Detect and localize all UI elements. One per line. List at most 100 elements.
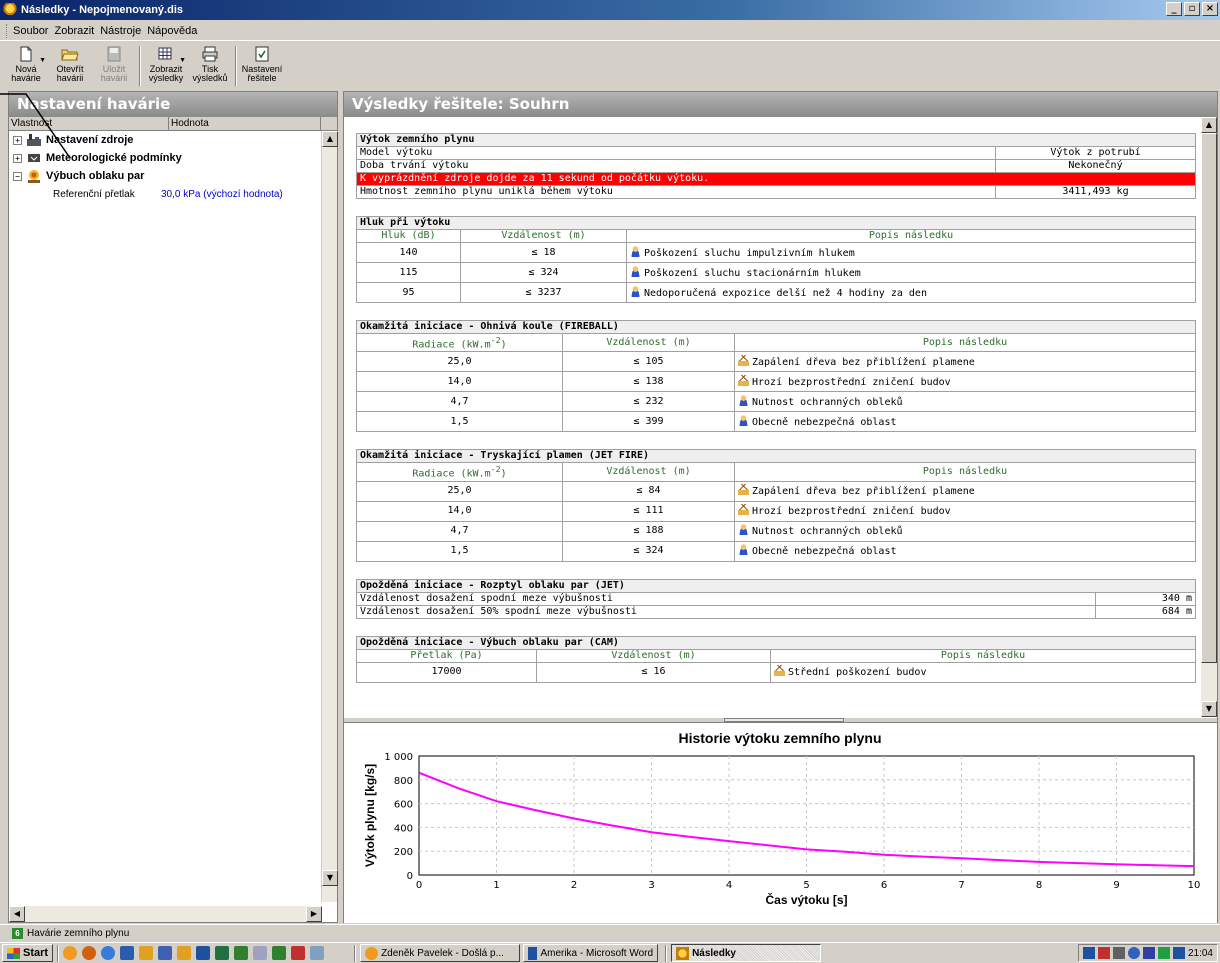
- property-reference-overpressure[interactable]: Referenční přetlak 30,0 kPa (výchozí hod…: [9, 185, 337, 203]
- ie-icon[interactable]: [101, 946, 116, 960]
- tree-item-source[interactable]: + Nastavení zdroje: [9, 131, 337, 149]
- taskbar-separator: [57, 944, 60, 962]
- menu-soubor[interactable]: Soubor: [13, 23, 53, 39]
- clock: 21:04: [1187, 947, 1213, 959]
- table-row: 4,7 ≤ 188 Nutnost ochranných obleků: [356, 520, 1196, 542]
- start-button[interactable]: Start: [2, 944, 54, 962]
- app-icon: [676, 946, 690, 960]
- taskbar: Start Zdeněk Pavelek - Došlá p... Amerik…: [0, 942, 1220, 963]
- property-value[interactable]: 30,0 kPa (výchozí hodnota): [161, 189, 283, 200]
- tree-item-meteo[interactable]: + Meteorologické podmínky: [9, 149, 337, 167]
- task-nasledky[interactable]: Následky: [671, 944, 822, 962]
- collapse-icon[interactable]: −: [13, 171, 22, 181]
- cell: ≤ 16: [536, 661, 771, 683]
- accident-settings-panel: Nastavení havárie Vlastnost Hodnota + Na…: [8, 91, 338, 923]
- left-vertical-scrollbar[interactable]: ▲ ▼: [321, 131, 338, 902]
- scroll-left-icon[interactable]: ◀: [9, 906, 25, 922]
- task-label: Zdeněk Pavelek - Došlá p...: [381, 947, 504, 959]
- language-icon[interactable]: [1082, 947, 1095, 959]
- app-shortcut-icon[interactable]: [177, 946, 192, 960]
- scroll-down-icon[interactable]: ▼: [1201, 701, 1217, 717]
- print-results-button[interactable]: Tisk výsledků: [188, 46, 232, 83]
- cell: ≤ 84: [562, 480, 735, 502]
- column-property[interactable]: Vlastnost: [9, 117, 169, 130]
- scroll-thumb[interactable]: [1201, 133, 1217, 663]
- dropdown-arrow-icon[interactable]: ▼: [39, 56, 46, 65]
- new-accident-button[interactable]: Nová havárie ▼: [4, 46, 48, 83]
- row-label: Hmotnost zemního plynu uniklá během výto…: [356, 185, 996, 199]
- header-text: ): [500, 468, 507, 480]
- header-exponent: -2: [490, 464, 501, 475]
- solver-settings-icon: [255, 46, 269, 62]
- table-header-row: Hluk (dB) Vzdálenost (m) Popis následku: [356, 229, 1196, 243]
- cell: 115: [356, 262, 461, 283]
- y-tick-label: 600: [394, 800, 413, 811]
- effect-description: Nedoporučená expozice delší než 4 hodiny…: [644, 287, 927, 299]
- column-value[interactable]: Hodnota: [169, 117, 321, 130]
- app-shortcut-icon[interactable]: [139, 946, 154, 960]
- menu-napoveda[interactable]: Nápověda: [147, 23, 202, 39]
- explorer-icon[interactable]: [310, 946, 325, 960]
- toolbar-separator: [235, 46, 237, 86]
- excel-icon[interactable]: [215, 946, 230, 960]
- plot-area: [418, 755, 1195, 876]
- menu-zobrazit[interactable]: Zobrazit: [54, 23, 99, 39]
- person-icon: [738, 394, 749, 406]
- cell: 14,0: [356, 371, 563, 393]
- minimize-button[interactable]: _: [1166, 2, 1182, 16]
- app-icon: [3, 3, 17, 17]
- leak-history-chart: Historie výtoku zemního plynu 0 1 2 3 4 5 6 7 8 9 1…: [344, 723, 1217, 923]
- x-tick-label: 0: [416, 880, 422, 891]
- utility-icon[interactable]: [272, 946, 287, 960]
- house-icon: [738, 374, 749, 386]
- table-row: 25,0 ≤ 105 Zapálení dřeva bez přiblížení p…: [356, 351, 1196, 373]
- word-icon[interactable]: [196, 946, 211, 960]
- update-icon[interactable]: [1127, 947, 1140, 959]
- notepad-icon[interactable]: [253, 946, 268, 960]
- left-horizontal-scrollbar[interactable]: ◀ ▶: [9, 906, 322, 922]
- utility-icon[interactable]: [234, 946, 249, 960]
- show-results-button[interactable]: Zobrazit výsledky ▼: [144, 46, 188, 83]
- dropdown-arrow-icon[interactable]: ▼: [179, 56, 186, 65]
- menu-nastroje[interactable]: Nástroje: [100, 23, 146, 39]
- firefox-icon[interactable]: [82, 946, 97, 960]
- grid-view-icon: [158, 47, 172, 60]
- antivirus-icon[interactable]: [1097, 947, 1110, 959]
- shield-icon[interactable]: [1142, 947, 1155, 959]
- open-accident-button[interactable]: Otevřít havárii: [48, 46, 92, 83]
- maximize-button[interactable]: ▫: [1184, 2, 1200, 16]
- scroll-right-icon[interactable]: ▶: [306, 906, 322, 922]
- cell: 4,7: [356, 391, 563, 413]
- x-tick-label: 9: [1113, 880, 1119, 891]
- table-row: 115 ≤ 324 Poškození sluchu stacionárním hl…: [356, 262, 1196, 283]
- menu-grip: [6, 23, 9, 38]
- solver-settings-button[interactable]: Nastavení řešitele: [240, 46, 284, 83]
- scroll-up-icon[interactable]: ▲: [322, 131, 338, 147]
- task-label: Následky: [692, 947, 736, 959]
- results-summary: Výtok zemního plynu Model výtoku Výtok z …: [344, 117, 1217, 717]
- close-button[interactable]: ×: [1202, 2, 1218, 16]
- tree-item-vapor-explosion[interactable]: − Výbuch oblaku par: [9, 167, 337, 185]
- accident-settings-header: Nastavení havárie: [9, 92, 337, 117]
- volume-icon[interactable]: [1157, 947, 1170, 959]
- desktop-icon[interactable]: [120, 946, 135, 960]
- splitter-grip[interactable]: [724, 718, 844, 722]
- scroll-up-icon[interactable]: ▲: [1201, 117, 1217, 133]
- acrobat-icon[interactable]: [291, 946, 306, 960]
- property-grid-header: Vlastnost Hodnota: [9, 117, 337, 131]
- task-word[interactable]: Amerika - Microsoft Word: [523, 944, 659, 962]
- expand-icon[interactable]: +: [13, 153, 22, 163]
- word-tray-icon[interactable]: [1172, 947, 1185, 959]
- results-vertical-scrollbar[interactable]: ▲ ▼: [1201, 117, 1217, 717]
- x-tick-label: 8: [1036, 880, 1042, 891]
- cell: ≤ 3237: [460, 282, 627, 303]
- network-icon[interactable]: [1112, 947, 1125, 959]
- expand-icon[interactable]: +: [13, 135, 22, 145]
- weather-icon: [28, 154, 40, 162]
- save-accident-button[interactable]: Uložit havárii: [92, 46, 136, 83]
- browser-icon[interactable]: [63, 946, 78, 960]
- task-mail[interactable]: Zdeněk Pavelek - Došlá p...: [360, 944, 521, 962]
- scroll-down-icon[interactable]: ▼: [322, 870, 338, 886]
- open-accident-label-2: havárii: [56, 73, 84, 83]
- outlook-icon[interactable]: [158, 946, 173, 960]
